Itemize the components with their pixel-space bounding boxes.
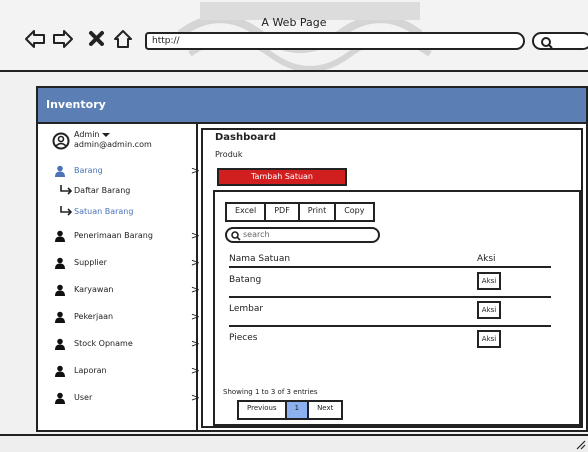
chevron-right-icon: > <box>190 310 200 323</box>
action-button[interactable]: Aksi <box>477 301 501 319</box>
search-icon <box>541 37 553 49</box>
sidebar-item-karyawan[interactable]: Karyawan > <box>48 283 200 299</box>
person-icon <box>55 365 65 377</box>
app-header: Inventory <box>38 88 586 124</box>
action-button[interactable]: Aksi <box>477 330 501 348</box>
home-icon[interactable] <box>112 28 134 50</box>
sidebar-item-laporan[interactable]: Laporan > <box>48 364 200 380</box>
search-icon <box>231 231 241 241</box>
sidebar-item-penerimaan-barang[interactable]: Penerimaan Barang > <box>48 229 200 245</box>
copy-button[interactable]: Copy <box>336 204 372 220</box>
person-icon <box>55 284 65 296</box>
return-arrow-icon <box>60 185 72 195</box>
column-header-nama-satuan: Nama Satuan <box>229 254 291 264</box>
sidebar: Admin admin@admin.com Barang > Daftar Ba… <box>38 124 200 430</box>
person-icon <box>55 338 65 350</box>
back-arrow-icon[interactable] <box>24 28 46 50</box>
next-page-button[interactable]: Next <box>309 402 341 418</box>
pdf-button[interactable]: PDF <box>266 204 300 220</box>
table-row: Lembar Aksi <box>229 299 551 327</box>
chevron-right-icon: > <box>190 256 200 269</box>
pagination: Previous 1 Next <box>237 400 344 420</box>
cell-nama-satuan: Lembar <box>229 304 264 314</box>
search-input[interactable]: search <box>225 227 380 243</box>
table-header: Nama Satuan Aksi <box>229 254 551 268</box>
main-content: Dashboard Produk Tambah Satuan Excel PDF… <box>201 128 583 428</box>
chevron-right-icon: > <box>190 229 200 242</box>
cell-nama-satuan: Pieces <box>229 333 258 343</box>
chevron-right-icon: > <box>190 164 200 177</box>
entries-info: Showing 1 to 3 of 3 entries <box>223 388 318 396</box>
sidebar-item-barang[interactable]: Barang > <box>48 164 200 180</box>
person-icon <box>55 311 65 323</box>
page-title: Dashboard <box>215 132 276 143</box>
print-button[interactable]: Print <box>300 204 337 220</box>
browser-viewport: Inventory Admin admin@admin.com Barang > <box>0 72 588 434</box>
table-row: Batang Aksi <box>229 270 551 298</box>
person-icon <box>55 392 65 404</box>
chevron-right-icon: > <box>190 283 200 296</box>
user-name[interactable]: Admin <box>74 130 110 139</box>
status-bar <box>0 434 588 452</box>
table-row: Pieces Aksi <box>229 328 551 356</box>
browser-search-field[interactable] <box>532 32 588 50</box>
cell-nama-satuan: Batang <box>229 275 262 285</box>
resize-grip-icon[interactable] <box>574 438 586 450</box>
person-icon <box>55 257 65 269</box>
sidebar-item-user[interactable]: User > <box>48 391 200 407</box>
previous-page-button[interactable]: Previous <box>239 402 287 418</box>
url-input[interactable]: http:// <box>145 32 525 50</box>
excel-button[interactable]: Excel <box>227 204 267 220</box>
user-email: admin@admin.com <box>74 140 152 149</box>
sidebar-item-label: Barang <box>74 166 103 175</box>
browser-toolbar: A Web Page http:// <box>0 0 588 72</box>
person-icon <box>55 230 65 242</box>
action-button[interactable]: Aksi <box>477 272 501 290</box>
chevron-right-icon: > <box>190 364 200 377</box>
search-placeholder: search <box>243 230 270 239</box>
data-panel: Excel PDF Print Copy search Nama Satuan … <box>213 190 581 426</box>
sidebar-item-supplier[interactable]: Supplier > <box>48 256 200 272</box>
page-subtitle: Produk <box>215 150 243 159</box>
chevron-down-icon <box>101 132 110 137</box>
forward-arrow-icon[interactable] <box>52 28 74 50</box>
sidebar-item-stock-opname[interactable]: Stock Opname > <box>48 337 200 353</box>
add-unit-button[interactable]: Tambah Satuan <box>217 168 347 186</box>
chevron-right-icon: > <box>190 391 200 404</box>
chevron-right-icon: > <box>190 337 200 350</box>
column-header-aksi: Aksi <box>477 254 496 264</box>
app-window: Inventory Admin admin@admin.com Barang > <box>36 86 588 432</box>
avatar-icon <box>52 132 70 150</box>
person-icon <box>55 165 65 177</box>
export-button-group: Excel PDF Print Copy <box>225 202 375 222</box>
return-arrow-icon <box>60 206 72 216</box>
page-1-button[interactable]: 1 <box>286 402 310 418</box>
sidebar-item-pekerjaan[interactable]: Pekerjaan > <box>48 310 200 326</box>
close-icon[interactable] <box>86 28 108 50</box>
